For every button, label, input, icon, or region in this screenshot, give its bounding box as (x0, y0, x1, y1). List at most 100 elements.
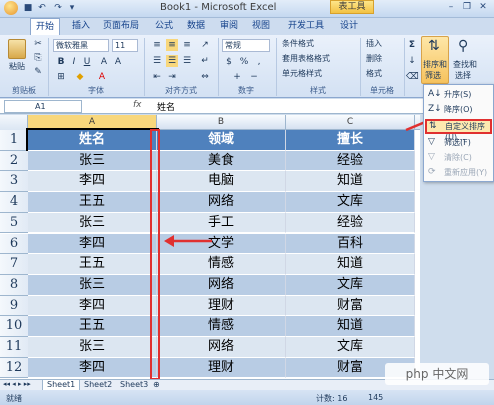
merge-center-icon[interactable]: ⇔ (199, 71, 211, 83)
table-cell[interactable]: 张三 (28, 212, 157, 234)
table-header-cell[interactable]: 领域 (157, 130, 286, 151)
row-header[interactable]: 7 (0, 254, 28, 275)
column-header-b[interactable]: B (157, 115, 286, 130)
fx-icon[interactable]: fx (133, 100, 142, 110)
align-center-icon[interactable]: ☰ (166, 55, 178, 67)
row-header[interactable]: 11 (0, 337, 28, 358)
table-cell[interactable]: 王五 (28, 316, 157, 337)
paste-button-label[interactable]: 粘贴 (9, 61, 25, 72)
wrap-text-icon[interactable]: ↵ (199, 55, 211, 67)
row-header[interactable]: 12 (0, 357, 28, 379)
minimize-icon[interactable]: – (444, 2, 458, 14)
table-cell[interactable]: 知道 (286, 254, 415, 275)
border-icon[interactable]: ⊞ (55, 71, 67, 83)
row-header[interactable]: 1 (0, 130, 28, 151)
table-cell[interactable]: 网络 (157, 192, 286, 213)
column-header-a[interactable]: A (28, 115, 157, 130)
table-cell[interactable]: 经验 (286, 212, 415, 234)
binoculars-icon[interactable]: ⚲ (458, 38, 468, 54)
tab-data[interactable]: 数据 (187, 18, 205, 35)
autosum-icon[interactable]: Σ (406, 39, 418, 51)
decrease-indent-icon[interactable]: ⇤ (151, 71, 163, 83)
table-cell[interactable]: 情感 (157, 254, 286, 275)
menu-sort-ascending[interactable]: A↓ 升序(S) (424, 87, 493, 102)
save-icon[interactable]: ■ (22, 3, 34, 14)
tab-view[interactable]: 视图 (252, 18, 270, 35)
table-cell[interactable]: 张三 (28, 337, 157, 358)
table-cell[interactable]: 李四 (28, 233, 157, 255)
table-cell[interactable]: 李四 (28, 171, 157, 193)
table-cell[interactable]: 情感 (157, 316, 286, 337)
office-button[interactable] (4, 1, 18, 15)
font-color-icon[interactable]: A (96, 71, 108, 83)
cut-icon[interactable]: ✂ (32, 38, 44, 50)
table-cell[interactable]: 知道 (286, 171, 415, 193)
increase-decimal-icon[interactable]: + (231, 71, 243, 83)
table-cell[interactable]: 文库 (286, 337, 415, 358)
table-header-cell[interactable]: 擅长 (286, 130, 415, 151)
bold-icon[interactable]: B (55, 56, 67, 68)
table-cell[interactable]: 美食 (157, 150, 286, 172)
conditional-format-button[interactable]: 条件格式 (282, 38, 314, 49)
font-size-combo[interactable]: 11 (112, 39, 138, 52)
customize-toolbar-icon[interactable]: ▾ (66, 3, 78, 14)
tab-page-layout[interactable]: 页面布局 (103, 18, 139, 35)
orientation-icon[interactable]: ↗ (199, 39, 211, 51)
table-cell[interactable]: 知道 (286, 316, 415, 337)
increase-font-icon[interactable]: A (98, 56, 110, 68)
tab-review[interactable]: 审阅 (220, 18, 238, 35)
table-cell[interactable]: 张三 (28, 150, 157, 172)
format-painter-icon[interactable]: ✎ (32, 66, 44, 78)
align-right-icon[interactable]: ☰ (181, 55, 193, 67)
italic-icon[interactable]: I (68, 56, 80, 68)
increase-indent-icon[interactable]: ⇥ (166, 71, 178, 83)
close-icon[interactable]: ✕ (476, 2, 490, 14)
fill-color-icon[interactable]: ◆ (74, 71, 86, 83)
table-cell[interactable]: 电脑 (157, 171, 286, 193)
row-header[interactable]: 3 (0, 171, 28, 193)
decrease-decimal-icon[interactable]: − (248, 71, 260, 83)
redo-icon[interactable]: ↷ (52, 3, 64, 14)
decrease-font-icon[interactable]: A (112, 56, 124, 68)
table-cell[interactable]: 百科 (286, 233, 415, 255)
tab-home[interactable]: 开始 (30, 18, 61, 35)
align-bottom-icon[interactable]: ≡ (181, 39, 193, 51)
table-cell[interactable]: 李四 (28, 295, 157, 317)
align-middle-icon[interactable]: ≡ (166, 39, 178, 51)
row-header[interactable]: 8 (0, 274, 28, 296)
menu-custom-sort[interactable]: ⇅ 自定义排序(U)... (425, 119, 492, 142)
table-cell[interactable]: 财富 (286, 295, 415, 317)
find-select-label-2[interactable]: 选择 (455, 70, 471, 81)
percent-icon[interactable]: % (238, 56, 250, 68)
menu-sort-descending[interactable]: Z↓ 降序(O) (424, 102, 493, 117)
formula-input[interactable]: 姓名 (157, 100, 175, 113)
table-cell[interactable]: 王五 (28, 254, 157, 275)
undo-icon[interactable]: ↶ (36, 3, 48, 14)
table-cell[interactable]: 理财 (157, 295, 286, 317)
row-header[interactable]: 2 (0, 150, 28, 172)
table-cell[interactable]: 理财 (157, 357, 286, 379)
status-zoom[interactable]: 145 (368, 393, 383, 402)
row-header[interactable]: 4 (0, 192, 28, 213)
number-format-combo[interactable]: 常规 (222, 39, 270, 52)
table-cell[interactable]: 王五 (28, 192, 157, 213)
sheet-nav-icons[interactable]: ◂◂ ◂ ▸ ▸▸ (3, 380, 31, 388)
row-header[interactable]: 5 (0, 212, 28, 234)
underline-icon[interactable]: U (81, 56, 93, 68)
table-cell[interactable]: 文库 (286, 274, 415, 296)
format-cells-button[interactable]: 格式 (366, 68, 382, 79)
restore-icon[interactable]: ❐ (460, 2, 474, 14)
tab-insert[interactable]: 插入 (72, 18, 90, 35)
cell-styles-button[interactable]: 单元格样式 (282, 68, 322, 79)
comma-icon[interactable]: , (253, 56, 265, 68)
menu-reapply[interactable]: ⟳ 重新应用(Y) (424, 165, 493, 180)
currency-icon[interactable]: $ (223, 56, 235, 68)
table-cell[interactable]: 张三 (28, 274, 157, 296)
align-left-icon[interactable]: ☰ (151, 55, 163, 67)
insert-cells-button[interactable]: 插入 (366, 38, 382, 49)
table-cell[interactable]: 文库 (286, 192, 415, 213)
table-cell[interactable]: 李四 (28, 357, 157, 379)
table-header-cell[interactable]: 姓名 (26, 128, 159, 153)
row-header[interactable]: 9 (0, 295, 28, 317)
name-box[interactable]: A1 (4, 100, 82, 113)
